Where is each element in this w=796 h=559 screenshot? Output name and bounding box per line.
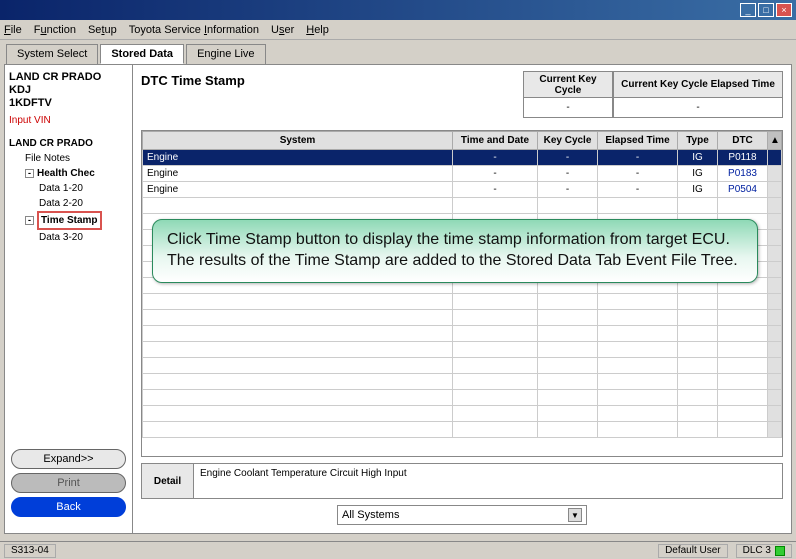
tree-root[interactable]: LAND CR PRADO [9,136,128,151]
tab-stored-data[interactable]: Stored Data [100,44,184,64]
minus-icon[interactable]: - [25,216,34,225]
menu-setup[interactable]: Setup [88,24,117,36]
th-type[interactable]: Type [678,132,718,150]
tree-file-notes[interactable]: File Notes [9,151,128,166]
event-tree: LAND CR PRADO File Notes -Health Chec Da… [9,136,128,439]
table-row[interactable]: Engine --- IGP0183 [143,166,782,182]
table-header-row: System Time and Date Key Cycle Elapsed T… [143,132,782,150]
table-row[interactable]: Engine --- IGP0504 [143,182,782,198]
back-button[interactable]: Back [11,497,126,517]
table-row [143,374,782,390]
sidebar-buttons: Expand>> Print Back [9,439,128,527]
table-row [143,326,782,342]
tree-data3[interactable]: Data 3-20 [9,230,128,245]
dtc-table: System Time and Date Key Cycle Elapsed T… [142,131,782,438]
close-button[interactable]: × [776,3,792,17]
th-dtc[interactable]: DTC [718,132,768,150]
main-panel: DTC Time Stamp Current Key Cycle - Curre… [133,65,791,533]
titlebar: _ □ × [0,0,796,20]
dlc-indicator-icon [775,546,785,556]
status-bar: S313-04 Default User DLC 3 [0,541,796,559]
key-cycle-header: Current Key Cycle [524,72,612,98]
minus-icon[interactable]: - [25,169,34,178]
menubar: File Function Setup Toyota Service Infor… [0,20,796,40]
menu-user[interactable]: User [271,24,294,36]
time-stamp-highlight[interactable]: Time Stamp [37,211,102,230]
table-row [143,342,782,358]
th-time-date[interactable]: Time and Date [453,132,538,150]
system-filter-select[interactable]: All Systems ▼ [337,505,587,525]
status-user: Default User [658,544,728,558]
tree-data1[interactable]: Data 1-20 [9,181,128,196]
th-scroll: ▲ [768,132,782,150]
dtc-table-wrap: System Time and Date Key Cycle Elapsed T… [141,130,783,457]
detail-value: Engine Coolant Temperature Circuit High … [194,464,782,498]
tab-bar: System Select Stored Data Engine Live [0,40,796,64]
key-info-box: Current Key Cycle - Current Key Cycle El… [523,71,783,118]
menu-function[interactable]: Function [34,24,76,36]
elapsed-cell: Current Key Cycle Elapsed Time - [613,71,783,118]
th-system[interactable]: System [143,132,453,150]
th-key-cycle[interactable]: Key Cycle [538,132,598,150]
minimize-button[interactable]: _ [740,3,756,17]
menu-file[interactable]: File [4,24,22,36]
table-row [143,294,782,310]
filter-value: All Systems [342,509,399,521]
print-button[interactable]: Print [11,473,126,493]
status-left: S313-04 [4,544,56,558]
table-row [143,358,782,374]
key-cycle-value: - [524,98,612,117]
table-row [143,422,782,438]
table-row[interactable]: Engine --- IGP0118 [143,150,782,166]
th-elapsed[interactable]: Elapsed Time [598,132,678,150]
tooltip-callout: Click Time Stamp button to display the t… [152,219,758,283]
menu-tsi[interactable]: Toyota Service Information [129,24,259,36]
main-head: DTC Time Stamp Current Key Cycle - Curre… [141,71,783,118]
detail-row: Detail Engine Coolant Temperature Circui… [141,463,783,499]
table-row [143,406,782,422]
vehicle-line3: 1KDFTV [9,97,128,110]
table-row [143,198,782,214]
content-area: LAND CR PRADO KDJ 1KDFTV Input VIN LAND … [4,64,792,534]
tree-time-stamp[interactable]: -Time Stamp [9,211,128,230]
elapsed-value: - [614,98,782,117]
table-row [143,390,782,406]
maximize-button[interactable]: □ [758,3,774,17]
tab-engine-live[interactable]: Engine Live [186,44,266,64]
tab-system-select[interactable]: System Select [6,44,98,64]
chevron-down-icon[interactable]: ▼ [568,508,582,522]
tree-health-check[interactable]: -Health Chec [9,166,128,181]
vehicle-line1: LAND CR PRADO [9,71,128,84]
status-dlc: DLC 3 [736,544,792,558]
vehicle-line2: KDJ [9,84,128,97]
titlebar-text [4,4,7,16]
table-row [143,310,782,326]
titlebar-buttons: _ □ × [740,3,792,17]
sidebar: LAND CR PRADO KDJ 1KDFTV Input VIN LAND … [5,65,133,533]
elapsed-header: Current Key Cycle Elapsed Time [614,72,782,98]
page-title: DTC Time Stamp [141,71,245,88]
detail-label: Detail [142,464,194,498]
expand-button[interactable]: Expand>> [11,449,126,469]
filter-row: All Systems ▼ [141,499,783,527]
tree-data2[interactable]: Data 2-20 [9,196,128,211]
key-cycle-cell: Current Key Cycle - [523,71,613,118]
input-vin-link[interactable]: Input VIN [9,115,128,126]
menu-help[interactable]: Help [306,24,329,36]
